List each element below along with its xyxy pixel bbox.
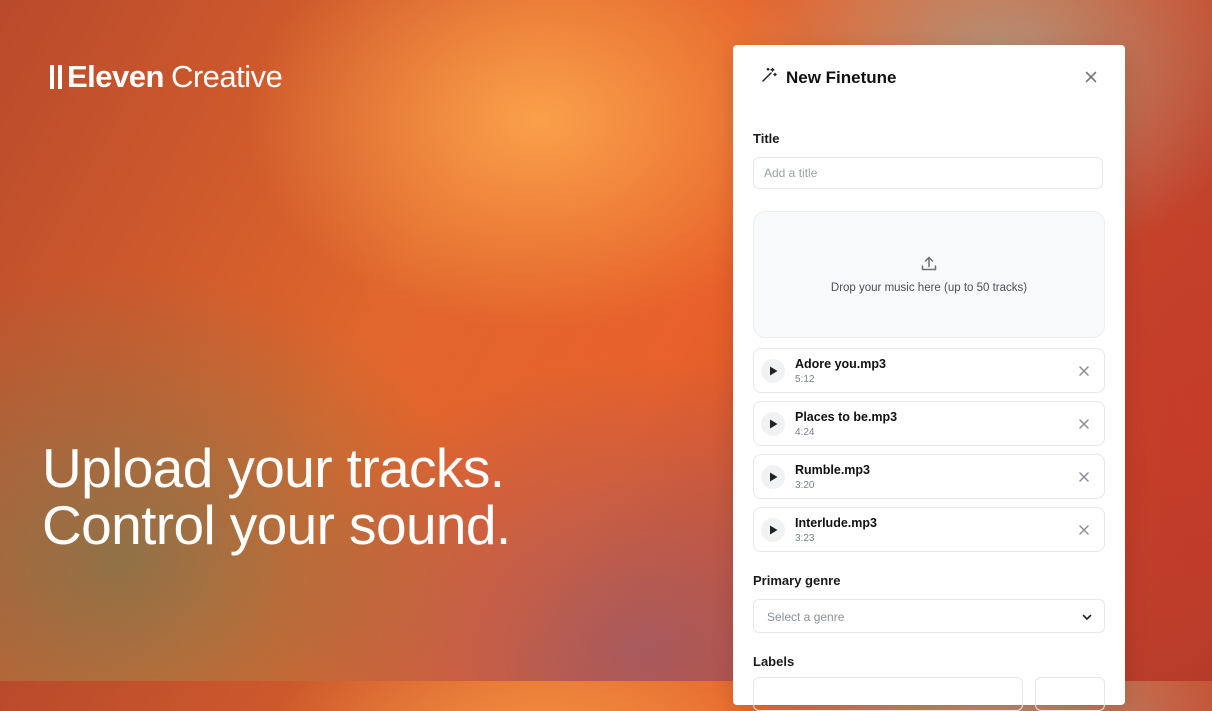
title-input[interactable] bbox=[753, 157, 1103, 189]
magic-wand-icon bbox=[761, 67, 777, 88]
track-name: Places to be.mp3 bbox=[795, 410, 898, 424]
close-button[interactable] bbox=[1081, 67, 1101, 87]
dropzone-text: Drop your music here (up to 50 tracks) bbox=[830, 282, 1028, 294]
track-item: Interlude.mp3 3:23 bbox=[753, 507, 1105, 552]
remove-track-button[interactable] bbox=[1076, 522, 1092, 538]
genre-label: Primary genre bbox=[753, 573, 841, 588]
hero-headline: Upload your tracks. Control your sound. bbox=[42, 440, 511, 554]
genre-select[interactable]: Select a genre bbox=[753, 599, 1105, 633]
track-duration: 3:20 bbox=[795, 480, 815, 491]
genre-select-value: Select a genre bbox=[767, 610, 845, 624]
title-label: Title bbox=[753, 131, 780, 146]
remove-track-button[interactable] bbox=[1076, 363, 1092, 379]
play-icon bbox=[769, 419, 777, 429]
chevron-down-icon bbox=[1082, 614, 1092, 620]
play-button[interactable] bbox=[761, 518, 785, 542]
labels-label: Labels bbox=[753, 654, 795, 669]
headline-line-1: Upload your tracks. bbox=[42, 437, 505, 499]
panel-header: New Finetune bbox=[761, 67, 897, 88]
brand-logo: Eleven Creative bbox=[50, 59, 283, 95]
brand-name: Eleven bbox=[67, 59, 164, 94]
close-icon bbox=[1085, 71, 1097, 83]
track-name: Adore you.mp3 bbox=[795, 357, 886, 371]
track-duration: 5:12 bbox=[795, 374, 815, 385]
brand-product: Creative bbox=[170, 59, 283, 94]
labels-add-button[interactable] bbox=[1035, 677, 1105, 711]
remove-icon bbox=[1079, 525, 1089, 535]
play-button[interactable] bbox=[761, 465, 785, 489]
track-duration: 4:24 bbox=[795, 427, 815, 438]
remove-icon bbox=[1079, 366, 1089, 376]
remove-icon bbox=[1079, 472, 1089, 482]
track-name: Rumble.mp3 bbox=[795, 463, 871, 477]
track-item: Rumble.mp3 3:20 bbox=[753, 454, 1105, 499]
track-duration: 3:23 bbox=[795, 533, 815, 544]
play-button[interactable] bbox=[761, 412, 785, 436]
play-button[interactable] bbox=[761, 359, 785, 383]
track-name: Interlude.mp3 bbox=[795, 516, 877, 530]
headline-line-2: Control your sound. bbox=[42, 494, 511, 556]
labels-input[interactable] bbox=[753, 677, 1023, 711]
track-item: Adore you.mp3 5:12 bbox=[753, 348, 1105, 393]
remove-track-button[interactable] bbox=[1076, 416, 1092, 432]
play-icon bbox=[769, 366, 777, 376]
remove-track-button[interactable] bbox=[1076, 469, 1092, 485]
panel-title: New Finetune bbox=[786, 67, 897, 87]
remove-icon bbox=[1079, 419, 1089, 429]
new-finetune-panel: New Finetune Title Drop your music here … bbox=[733, 45, 1125, 711]
music-dropzone[interactable]: Drop your music here (up to 50 tracks) bbox=[753, 211, 1105, 338]
upload-icon bbox=[921, 256, 937, 271]
play-icon bbox=[769, 525, 777, 535]
play-icon bbox=[769, 472, 777, 482]
eleven-logo-mark bbox=[50, 65, 62, 89]
track-item: Places to be.mp3 4:24 bbox=[753, 401, 1105, 446]
